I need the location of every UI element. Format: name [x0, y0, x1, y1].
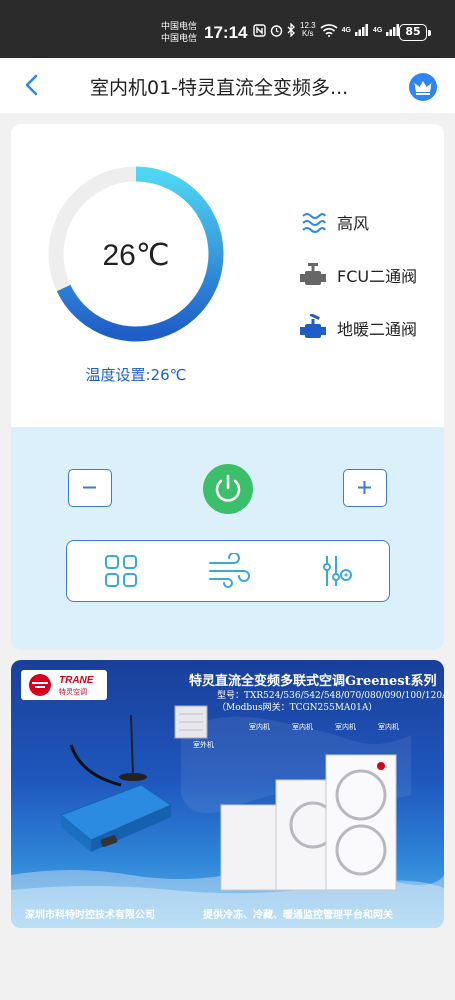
banner-gateway: （Modbus网关：TCGN255MA01A）: [217, 703, 378, 713]
valve-icon: [300, 263, 326, 285]
wind-icon[interactable]: [208, 553, 250, 589]
carrier-labels: 中国电信 中国电信: [161, 21, 203, 45]
minus-icon: [83, 486, 96, 489]
crown-icon: [414, 81, 432, 95]
wifi-icon: [320, 23, 338, 37]
carrier-1: 中国电信: [161, 22, 198, 32]
mode-toolbar: [66, 540, 390, 602]
status-bar: 中国电信 中国电信 17:14 12.3 K/s 4G 4G 85: [0, 0, 455, 58]
gateway-device-illustration: [60, 714, 173, 852]
fcu-valve-status: FCU二通阀: [299, 261, 417, 289]
trane-emblem-icon: [29, 674, 51, 696]
grid-icon[interactable]: [103, 553, 139, 589]
alarm-icon: [270, 24, 283, 37]
vip-crown-button[interactable]: [409, 73, 437, 101]
back-arrow-icon[interactable]: [20, 72, 46, 98]
status-icons: 12.3 K/s 4G 4G: [253, 22, 400, 38]
indoor-unit-label: 室内机: [292, 723, 313, 731]
fan-speed-label: 高风: [337, 214, 370, 233]
nfc-icon: [253, 23, 266, 37]
setpoint-label: 温度设置:26℃: [85, 366, 187, 384]
fan-speed-status: 高风: [299, 208, 369, 236]
signal-1-type: 4G: [341, 26, 351, 34]
power-icon: [215, 474, 241, 502]
bluetooth-icon: [287, 23, 295, 37]
outdoor-unit-illustration: [174, 705, 208, 739]
carrier-2: 中国电信: [161, 34, 198, 44]
thermostat-card: 26℃ 温度设置:26℃ 高风 FCU二通阀 地暖二通阀: [11, 124, 444, 650]
valve-icon: [300, 314, 326, 338]
decrease-temp-button[interactable]: [68, 469, 112, 507]
fcu-valve-label: FCU二通阀: [337, 267, 418, 286]
logo-brand: TRANE: [59, 675, 94, 686]
page-title: 室内机01-特灵直流全变频多...: [90, 77, 349, 99]
floor-heating-valve-label: 地暖二通阀: [337, 320, 418, 339]
indoor-unit-label: 室内机: [378, 723, 399, 731]
trane-logo: TRANE 特灵空调: [21, 670, 107, 700]
control-panel: [11, 427, 444, 650]
clock: 17:14: [204, 23, 248, 42]
nav-bar: 室内机01-特灵直流全变频多...: [0, 58, 455, 113]
net-speed: 12.3 K/s: [300, 21, 316, 38]
indoor-unit-label: 室内机: [335, 723, 356, 731]
banner-tagline: 提供冷冻、冷藏、暖通监控管理平台和网关: [203, 910, 393, 921]
hvac-units-illustration: [220, 754, 397, 891]
product-banner[interactable]: TRANE 特灵空调 特灵直流全变频多联式空调Greenest系列 型号：TXR…: [11, 660, 444, 928]
signal-1-icon: [354, 24, 368, 36]
indoor-units-row: 室内机 室内机 室内机 室内机: [249, 722, 399, 732]
logo-subtitle: 特灵空调: [59, 688, 87, 696]
current-temperature: 26℃: [102, 239, 170, 272]
floor-heating-valve-status: 地暖二通阀: [299, 314, 417, 342]
sliders-icon[interactable]: [319, 553, 355, 589]
battery-indicator: 85: [399, 24, 431, 41]
increase-temp-button[interactable]: [343, 469, 387, 507]
plus-icon: [358, 481, 371, 494]
indoor-unit-label: 室内机: [249, 723, 270, 731]
banner-company: 深圳市科特时控技术有限公司: [25, 910, 155, 921]
wind-waves-icon: [302, 213, 326, 233]
power-button[interactable]: [203, 464, 253, 514]
signal-2-type: 4G: [372, 26, 383, 34]
banner-title: 特灵直流全变频多联式空调Greenest系列: [189, 674, 437, 689]
